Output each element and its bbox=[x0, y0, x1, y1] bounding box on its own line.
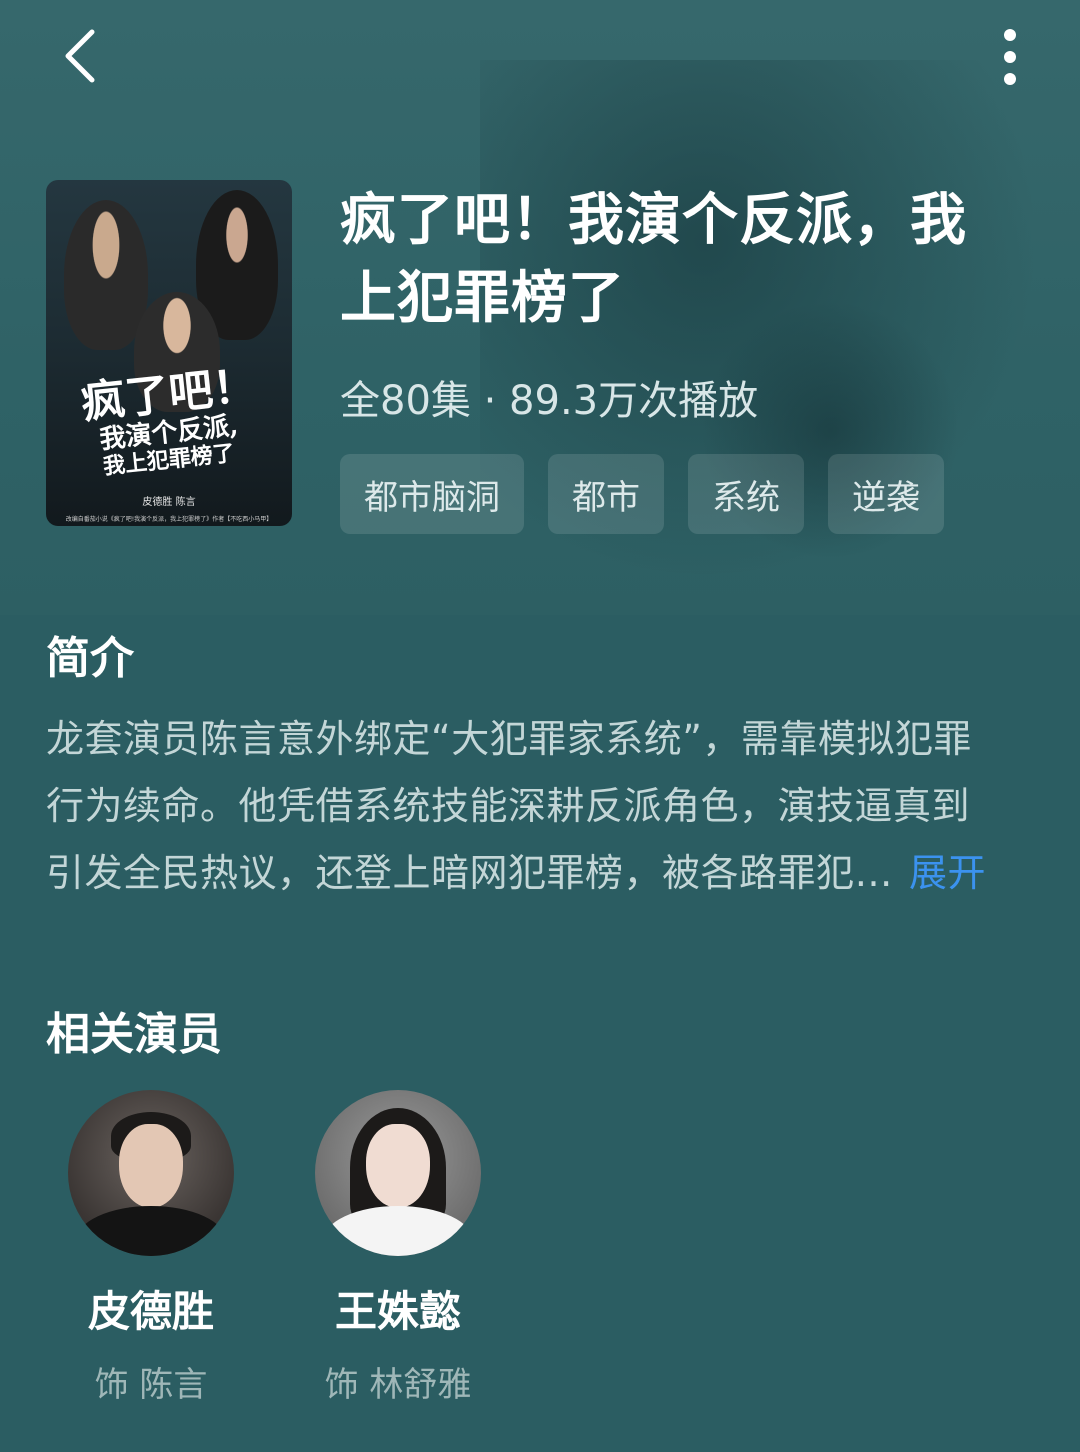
chevron-left-icon bbox=[65, 29, 95, 83]
intro-line: 龙套演员陈言意外绑定“大犯罪家系统”，需靠模拟犯罪 bbox=[46, 717, 972, 761]
more-options-button[interactable] bbox=[986, 22, 1034, 92]
poster-figure-left bbox=[64, 200, 148, 350]
actor-role: 饰 林舒雅 bbox=[324, 1365, 472, 1405]
intro-line-last: 引发全民热议，还登上暗网犯罪榜，被各路罪犯… 展开 bbox=[46, 840, 1036, 907]
cast-heading: 相关演员 bbox=[46, 1009, 222, 1060]
avatar-body bbox=[323, 1206, 473, 1256]
poster-credit: 皮德胜 陈言 bbox=[142, 497, 196, 508]
avatar[interactable] bbox=[68, 1090, 234, 1256]
avatar[interactable] bbox=[315, 1090, 481, 1256]
poster-title: 疯了吧！ 我演个反派, 我上犯罪榜了 bbox=[46, 360, 292, 480]
actor-name: 皮德胜 bbox=[87, 1287, 214, 1336]
actor-card[interactable]: 皮德胜 饰 陈言 bbox=[51, 1090, 251, 1406]
intro-line-text: 引发全民热议，还登上暗网犯罪榜，被各路罪犯… bbox=[46, 851, 894, 895]
drama-title: 疯了吧！我演个反派，我上犯罪榜了 bbox=[340, 188, 967, 331]
tag-item[interactable]: 逆袭 bbox=[828, 454, 944, 534]
tag-item[interactable]: 都市 bbox=[548, 454, 664, 534]
avatar-face bbox=[119, 1124, 183, 1208]
intro-heading: 简介 bbox=[46, 633, 134, 684]
tag-item[interactable]: 系统 bbox=[688, 454, 804, 534]
more-vertical-icon bbox=[1004, 29, 1016, 85]
avatar-face bbox=[366, 1124, 430, 1208]
avatar-body bbox=[76, 1206, 226, 1256]
actor-name: 王姝懿 bbox=[334, 1287, 461, 1336]
actor-card[interactable]: 王姝懿 饰 林舒雅 bbox=[298, 1090, 498, 1406]
drama-poster[interactable]: 疯了吧！ 我演个反派, 我上犯罪榜了 皮德胜 陈言 改编自番茄小说《疯了吧!我演… bbox=[46, 180, 292, 526]
tag-list: 都市脑洞 都市 系统 逆袭 bbox=[340, 454, 944, 534]
back-button[interactable] bbox=[52, 26, 108, 86]
hero-header: 疯了吧！ 我演个反派, 我上犯罪榜了 皮德胜 陈言 改编自番茄小说《疯了吧!我演… bbox=[0, 0, 1080, 615]
tag-item[interactable]: 都市脑洞 bbox=[340, 454, 524, 534]
intro-line: 行为续命。他凭借系统技能深耕反派角色，演技逼真到 bbox=[46, 784, 971, 828]
actor-role: 饰 陈言 bbox=[94, 1365, 208, 1405]
intro-text: 龙套演员陈言意外绑定“大犯罪家系统”，需靠模拟犯罪 行为续命。他凭借系统技能深耕… bbox=[46, 706, 1036, 907]
expand-link[interactable]: 展开 bbox=[909, 851, 986, 895]
drama-stats: 全80集 · 89.3万次播放 bbox=[340, 378, 759, 424]
top-bar bbox=[0, 0, 1080, 120]
poster-footer: 改编自番茄小说《疯了吧!我演个反派，我上犯罪榜了》作者【不吃西小马甲】 bbox=[65, 516, 273, 523]
